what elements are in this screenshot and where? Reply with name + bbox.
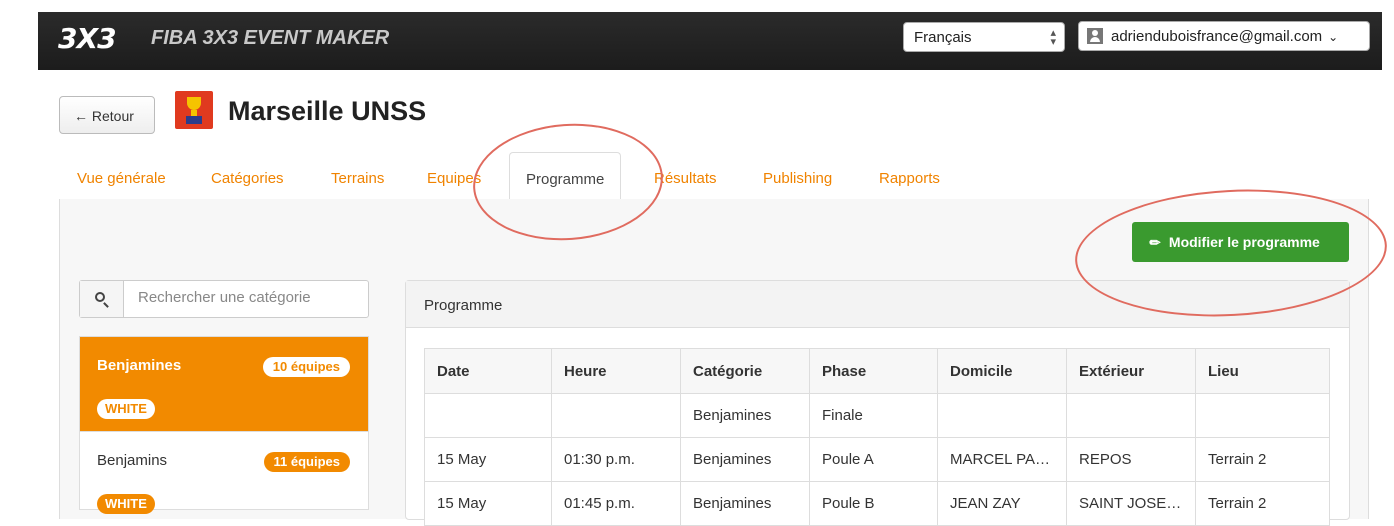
tab-publishing[interactable]: Publishing (763, 170, 832, 187)
cell-category: Benjamines (680, 481, 810, 526)
table-row[interactable]: 15 May 01:45 p.m. Benjamines Poule B JEA… (424, 481, 1330, 526)
cell-time: 01:30 p.m. (551, 437, 681, 482)
language-value: Français (914, 29, 972, 46)
category-search-input[interactable] (138, 289, 358, 306)
level-badge: WHITE (97, 494, 155, 514)
cell-away (1066, 393, 1196, 438)
cell-venue (1195, 393, 1330, 438)
table-row[interactable]: Benjamines Finale (424, 393, 1330, 438)
select-arrows-icon: ▴ ▾ (1050, 27, 1056, 48)
event-tabs: Vue générale Catégories Terrains Equipes… (59, 152, 1369, 201)
cell-phase: Poule A (809, 437, 938, 482)
table-header-row: Date Heure Catégorie Phase Domicile Exté… (424, 348, 1330, 394)
tab-terrains[interactable]: Terrains (331, 170, 384, 187)
column-header: Lieu (1195, 348, 1330, 394)
category-list: Benjamines 10 équipes WHITE Benjamins 11… (79, 336, 369, 514)
table-row[interactable]: 15 May 01:30 p.m. Benjamines Poule A MAR… (424, 437, 1330, 482)
tab-rapports[interactable]: Rapports (879, 170, 940, 187)
cell-date: 15 May (424, 481, 552, 526)
navbar: 3X3 FIBA 3X3 EVENT MAKER Français ▴ ▾ adr… (38, 12, 1382, 70)
cell-venue: Terrain 2 (1195, 437, 1330, 482)
app-title[interactable]: FIBA 3X3 EVENT MAKER (151, 27, 389, 50)
cell-home (937, 393, 1067, 438)
cell-away: REPOS (1066, 437, 1196, 482)
user-menu[interactable]: adrienduboisfrance@gmail.com ⌄ (1078, 21, 1370, 51)
cell-time: 01:45 p.m. (551, 481, 681, 526)
tab-vue-generale[interactable]: Vue générale (77, 170, 166, 187)
search-addon (80, 281, 124, 317)
category-item-benjamines[interactable]: Benjamines 10 équipes WHITE (80, 337, 368, 431)
top-bar: 3X3 FIBA 3X3 EVENT MAKER Français ▴ ▾ adr… (0, 0, 1394, 72)
tab-programme[interactable]: Programme (509, 152, 622, 201)
column-header: Heure (551, 348, 681, 394)
category-search (79, 280, 369, 318)
chevron-down-icon: ⌄ (1328, 30, 1339, 44)
cell-venue: Terrain 2 (1195, 481, 1330, 526)
programme-panel-title: Programme (406, 281, 1349, 328)
cell-phase: Finale (809, 393, 938, 438)
pencil-icon: ✎ (1145, 233, 1165, 252)
user-email: adrienduboisfrance@gmail.com (1111, 28, 1323, 45)
page-title: Marseille UNSS (228, 96, 427, 126)
tab-categories[interactable]: Catégories (211, 170, 284, 187)
column-header: Catégorie (680, 348, 810, 394)
back-button[interactable]: ← Retour (59, 96, 155, 134)
cell-time (551, 393, 681, 438)
user-icon (1087, 28, 1103, 44)
cell-home: MARCEL PA… (937, 437, 1067, 482)
search-icon (95, 292, 105, 302)
edit-programme-label: Modifier le programme (1168, 234, 1320, 250)
cell-date (424, 393, 552, 438)
cell-away: SAINT JOSE… (1066, 481, 1196, 526)
column-header: Date (424, 348, 552, 394)
team-count-badge: 11 équipes (263, 452, 350, 472)
category-name: Benjamins (97, 452, 168, 469)
edit-programme-button[interactable]: ✎ Modifier le programme (1132, 222, 1349, 262)
level-badge: WHITE (97, 399, 155, 419)
cell-home: JEAN ZAY (937, 481, 1067, 526)
column-header: Extérieur (1066, 348, 1196, 394)
cell-date: 15 May (424, 437, 552, 482)
tab-resultats[interactable]: Résultats (654, 170, 717, 187)
category-item-benjamins[interactable]: Benjamins 11 équipes WHITE (80, 431, 368, 525)
column-header: Phase (809, 348, 938, 394)
programme-table: Date Heure Catégorie Phase Domicile Exté… (424, 348, 1330, 526)
trophy-icon (175, 91, 213, 129)
category-name: Benjamines (97, 357, 182, 374)
team-count-badge: 10 équipes (262, 357, 350, 377)
language-select[interactable]: Français ▴ ▾ (903, 22, 1065, 52)
tab-equipes[interactable]: Equipes (427, 170, 481, 187)
fiba-3x3-logo[interactable]: 3X3 (58, 22, 117, 55)
column-header: Domicile (937, 348, 1067, 394)
cell-category: Benjamines (680, 393, 810, 438)
cell-category: Benjamines (680, 437, 810, 482)
cell-phase: Poule B (809, 481, 938, 526)
programme-panel: Programme Date Heure Catégorie Phase Dom… (405, 280, 1350, 526)
